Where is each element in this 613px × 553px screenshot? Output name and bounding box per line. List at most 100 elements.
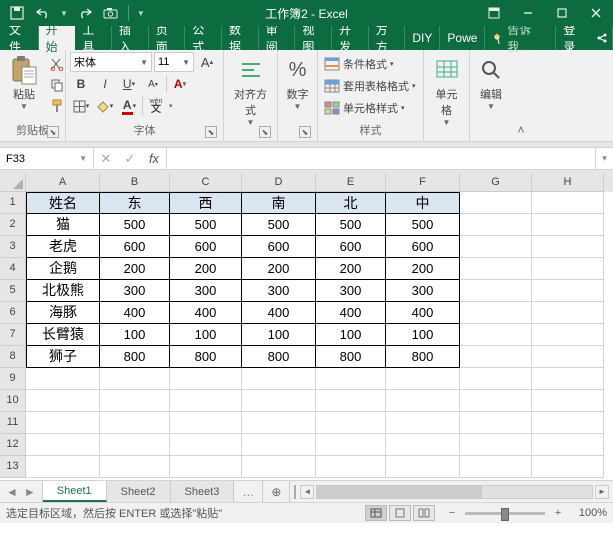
phonetic-icon[interactable]: wén文 [145,96,167,116]
cell[interactable] [386,434,460,456]
cell[interactable] [460,214,532,236]
undo-dropdown-icon[interactable]: ▼ [60,9,68,18]
cell[interactable] [316,412,386,434]
cell[interactable]: 狮子 [26,346,100,368]
hscroll-left-icon[interactable]: ◄ [300,485,314,499]
cell[interactable]: 500 [242,214,316,236]
redo-icon[interactable] [76,4,94,22]
font-size-combo[interactable]: 11▼ [154,52,194,72]
cell[interactable]: 北 [316,192,386,214]
page-layout-view-button[interactable] [389,505,411,521]
cell[interactable] [386,368,460,390]
cell[interactable]: 800 [100,346,170,368]
cell[interactable]: 100 [100,324,170,346]
cell[interactable] [532,236,604,258]
underline-button[interactable]: U▾ [118,74,140,94]
cell[interactable]: 100 [170,324,242,346]
ribbon-options-icon[interactable] [477,0,511,26]
cell[interactable]: 400 [316,302,386,324]
ribbon-tab[interactable]: 插入 [112,26,149,50]
cell[interactable] [460,192,532,214]
ribbon-tab[interactable]: 公式 [185,26,222,50]
fill-color-icon[interactable]: ▾ [94,96,116,116]
row-header[interactable]: 9 [0,368,26,390]
cell[interactable] [242,434,316,456]
sheet-tab[interactable]: Sheet1 [43,481,107,502]
cell[interactable]: 200 [242,258,316,280]
cell[interactable]: 200 [170,258,242,280]
zoom-in-button[interactable]: + [551,507,565,519]
cell[interactable]: 500 [170,214,242,236]
ribbon-tab[interactable]: 文件 [2,26,39,50]
row-header[interactable]: 2 [0,214,26,236]
cell[interactable] [316,390,386,412]
cell[interactable] [316,368,386,390]
cell[interactable] [460,412,532,434]
paste-button[interactable]: 粘贴 ▼ [4,52,44,113]
cell[interactable] [26,456,100,478]
cell[interactable] [460,258,532,280]
cell[interactable]: 500 [316,214,386,236]
cell[interactable] [460,368,532,390]
column-header[interactable]: A [26,174,100,192]
undo-icon[interactable] [34,4,52,22]
share-icon[interactable] [592,26,613,50]
cell[interactable]: 100 [316,324,386,346]
cell[interactable]: 中 [386,192,460,214]
tab-split-handle[interactable] [294,485,298,499]
cell[interactable]: 西 [170,192,242,214]
cell[interactable]: 400 [170,302,242,324]
zoom-slider[interactable] [465,512,545,515]
cell[interactable]: 400 [242,302,316,324]
ribbon-tab[interactable]: Powe [440,26,485,50]
cell[interactable]: 长臂猿 [26,324,100,346]
cell[interactable]: 企鹅 [26,258,100,280]
cell[interactable] [316,456,386,478]
cell[interactable] [386,390,460,412]
cell-styles-button[interactable]: 单元格样式▾ [322,98,407,118]
minimize-button[interactable] [511,0,545,26]
row-header[interactable]: 6 [0,302,26,324]
grow-font-icon[interactable]: A▴ [196,52,218,72]
cell[interactable] [170,390,242,412]
cell[interactable] [170,456,242,478]
row-header[interactable]: 10 [0,390,26,412]
ribbon-tab[interactable]: 页面 [149,26,186,50]
page-break-view-button[interactable] [413,505,435,521]
ribbon-tab[interactable]: 方方 [369,26,406,50]
cell[interactable] [532,324,604,346]
save-icon[interactable] [8,4,26,22]
cell[interactable] [242,390,316,412]
cell[interactable] [460,390,532,412]
cell[interactable]: 300 [242,280,316,302]
sign-in-button[interactable]: 登录 [556,26,592,50]
cell[interactable]: 600 [386,236,460,258]
cell[interactable] [170,412,242,434]
cell[interactable] [26,368,100,390]
row-header[interactable]: 1 [0,192,26,214]
hscroll-thumb[interactable] [317,486,482,498]
shrink-font-icon[interactable]: A▾ [142,74,164,94]
editing-button[interactable]: 编辑 ▼ [471,52,511,113]
column-header[interactable]: D [242,174,316,192]
new-sheet-button[interactable]: ⊕ [262,481,290,502]
cell[interactable]: 800 [170,346,242,368]
cell[interactable] [242,412,316,434]
ribbon-tab[interactable]: 视图 [295,26,332,50]
cell[interactable] [386,412,460,434]
cell[interactable]: 东 [100,192,170,214]
number-launcher-icon[interactable]: ⬊ [299,126,311,138]
row-header[interactable]: 11 [0,412,26,434]
name-box[interactable]: F33▼ [0,148,94,169]
sheet-nav-prev-icon[interactable]: ◄ [6,485,18,499]
cell[interactable] [532,456,604,478]
ribbon-tab[interactable]: 数据 [222,26,259,50]
format-painter-icon[interactable] [46,96,68,116]
ribbon-tab[interactable]: 工具 [75,26,112,50]
cell[interactable]: 海豚 [26,302,100,324]
row-header[interactable]: 5 [0,280,26,302]
format-as-table-button[interactable]: 套用表格格式▾ [322,76,418,96]
sheet-tab[interactable]: Sheet3 [171,481,235,502]
copy-icon[interactable] [46,75,68,95]
cell[interactable] [170,368,242,390]
